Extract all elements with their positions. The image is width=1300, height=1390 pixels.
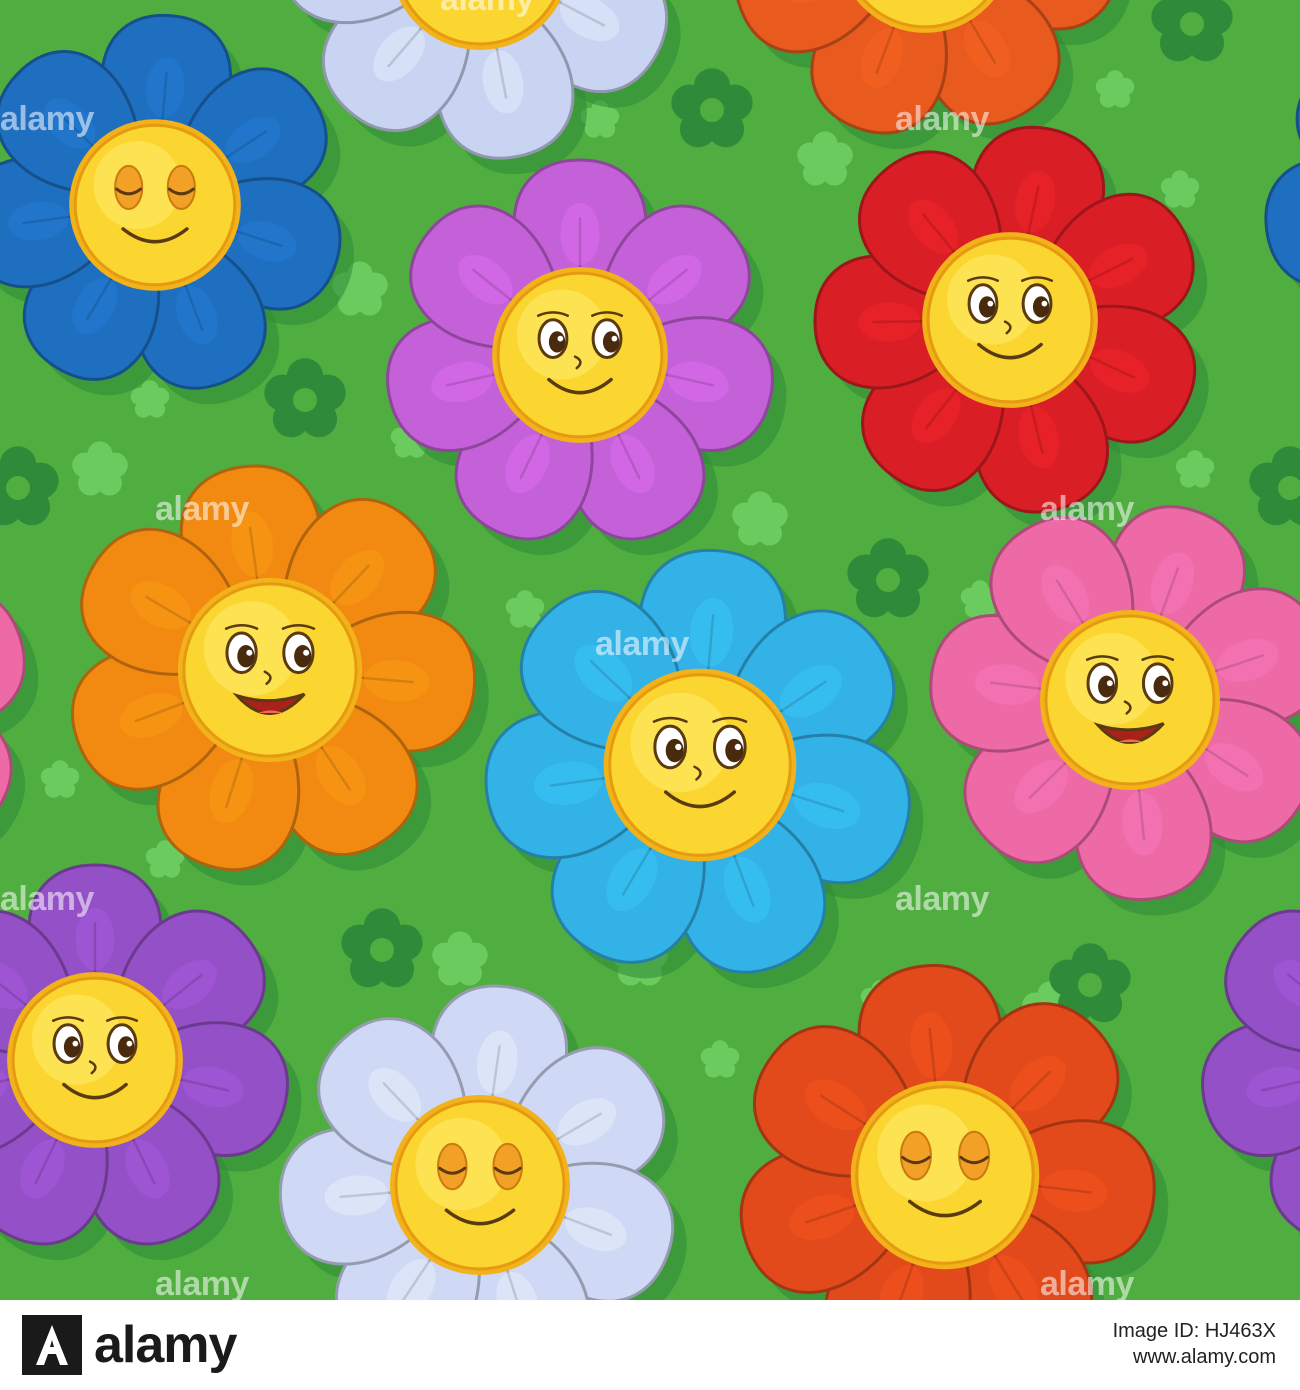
alamy-logo: alamy (22, 1314, 237, 1376)
dark-flower-decoration (1249, 446, 1300, 526)
source-url: www.alamy.com (1133, 1346, 1276, 1368)
dark-flower-decoration (847, 538, 929, 618)
cartoon-flower (386, 158, 787, 555)
small-flower-decoration (1095, 70, 1135, 108)
edge-flower (1264, 97, 1300, 288)
edge-flower (0, 602, 39, 840)
edge-flower (1201, 909, 1300, 1234)
dark-flower-decoration (1151, 0, 1233, 62)
small-flower-decoration (72, 441, 128, 496)
dark-flower-decoration (341, 908, 423, 988)
flower-pattern-image: alamy alamy alamy alamy alamy alamy alamy alamy… (0, 0, 1300, 1300)
cartoon-flower (291, 0, 681, 175)
cartoon-flower (929, 505, 1300, 916)
cartoon-flower (484, 549, 924, 989)
dark-flower-decoration (671, 68, 753, 148)
cartoon-flower (736, 0, 1130, 149)
cartoon-flower (279, 984, 687, 1300)
alamy-logo-icon (22, 1315, 82, 1375)
small-flower-decoration (797, 131, 853, 186)
small-flower-decoration (40, 760, 80, 798)
small-flower-decoration (432, 931, 488, 986)
cartoon-flower (0, 863, 302, 1260)
small-flower-decoration (700, 1040, 740, 1078)
dark-flower-decoration (0, 446, 59, 526)
cartoon-flower (71, 464, 489, 886)
small-flower-decoration (1160, 170, 1200, 208)
image-credit: Image ID: HJ463X www.alamy.com (1113, 1318, 1276, 1370)
cartoon-flower (813, 125, 1209, 529)
image-id: Image ID: HJ463X (1112, 1320, 1276, 1342)
small-flower-decoration (732, 491, 788, 546)
cartoon-flower (0, 14, 354, 405)
alamy-logo-text: alamy (94, 1316, 237, 1374)
flower-pattern (0, 0, 1300, 1300)
small-flower-decoration (1175, 450, 1215, 488)
stock-footer: alamy Image ID: HJ463X www.alamy.com (0, 1300, 1300, 1390)
dark-flower-decoration (264, 358, 346, 438)
